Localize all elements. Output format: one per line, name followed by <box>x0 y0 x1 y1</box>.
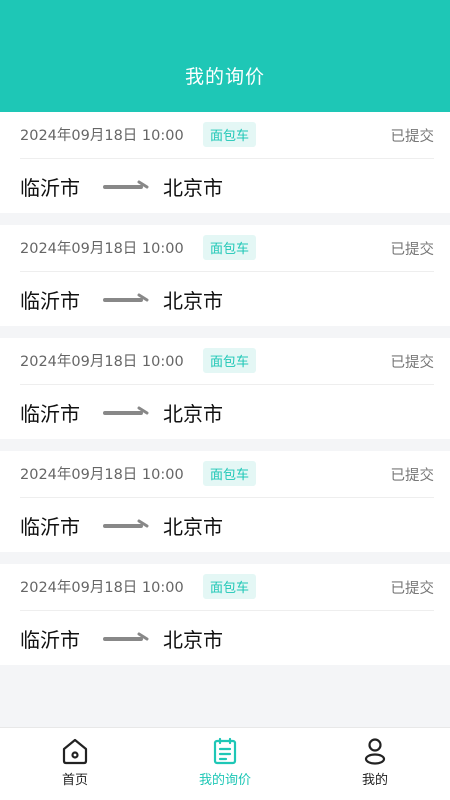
divider <box>20 271 434 272</box>
divider <box>20 384 434 385</box>
vehicle-tag: 面包车 <box>203 348 257 373</box>
arrow-right-icon <box>103 293 149 302</box>
origin-city: 临沂市 <box>20 628 80 652</box>
page-title: 我的询价 <box>184 66 265 88</box>
vehicle-tag: 面包车 <box>203 574 257 599</box>
destination-city: 北京市 <box>163 628 223 652</box>
inquiry-list: 2024年09月18日 10:00 面包车 已提交 临沂市 北京市 2024年0… <box>0 112 450 677</box>
origin-city: 临沂市 <box>20 402 80 426</box>
inquiry-date: 2024年09月18日 10:00 <box>20 128 184 144</box>
inquiry-card[interactable]: 2024年09月18日 10:00 面包车 已提交 临沂市 北京市 <box>0 564 450 665</box>
inquiry-date: 2024年09月18日 10:00 <box>20 580 184 596</box>
status-text: 已提交 <box>390 468 435 484</box>
inquiry-card[interactable]: 2024年09月18日 10:00 面包车 已提交 临沂市 北京市 <box>0 451 450 552</box>
destination-city: 北京市 <box>163 515 223 539</box>
tab-home-label: 首页 <box>61 773 88 788</box>
origin-city: 临沂市 <box>20 289 80 313</box>
status-text: 已提交 <box>390 129 435 145</box>
tab-my-inquiries-label: 我的询价 <box>198 773 251 788</box>
home-icon <box>62 738 88 765</box>
destination-city: 北京市 <box>163 289 223 313</box>
inquiry-card[interactable]: 2024年09月18日 10:00 面包车 已提交 临沂市 北京市 <box>0 112 450 213</box>
bottom-tab-bar: 首页 我的询价 我的 <box>0 727 450 800</box>
status-text: 已提交 <box>390 355 435 371</box>
vehicle-tag: 面包车 <box>203 235 257 260</box>
tab-my-inquiries[interactable]: 我的询价 <box>150 728 300 800</box>
tab-profile-label: 我的 <box>361 773 388 788</box>
status-text: 已提交 <box>390 242 435 258</box>
vehicle-tag: 面包车 <box>203 461 257 486</box>
divider <box>20 497 434 498</box>
inquiry-date: 2024年09月18日 10:00 <box>20 354 184 370</box>
tab-home[interactable]: 首页 <box>0 728 150 800</box>
status-text: 已提交 <box>390 581 435 597</box>
inquiry-card[interactable]: 2024年09月18日 10:00 面包车 已提交 临沂市 北京市 <box>0 338 450 439</box>
destination-city: 北京市 <box>163 402 223 426</box>
origin-city: 临沂市 <box>20 176 80 200</box>
vehicle-tag: 面包车 <box>203 122 257 147</box>
inquiry-date: 2024年09月18日 10:00 <box>20 241 184 257</box>
destination-city: 北京市 <box>163 176 223 200</box>
arrow-right-icon <box>103 180 149 189</box>
arrow-right-icon <box>103 632 149 641</box>
inquiry-date: 2024年09月18日 10:00 <box>20 467 184 483</box>
clipboard-icon <box>213 737 237 765</box>
tab-profile[interactable]: 我的 <box>300 728 450 800</box>
divider <box>20 158 434 159</box>
origin-city: 临沂市 <box>20 515 80 539</box>
arrow-right-icon <box>103 406 149 415</box>
divider <box>20 610 434 611</box>
arrow-right-icon <box>103 519 149 528</box>
inquiry-card[interactable]: 2024年09月18日 10:00 面包车 已提交 临沂市 北京市 <box>0 225 450 326</box>
user-icon <box>364 738 386 765</box>
app-header: 我的询价 <box>0 0 450 112</box>
